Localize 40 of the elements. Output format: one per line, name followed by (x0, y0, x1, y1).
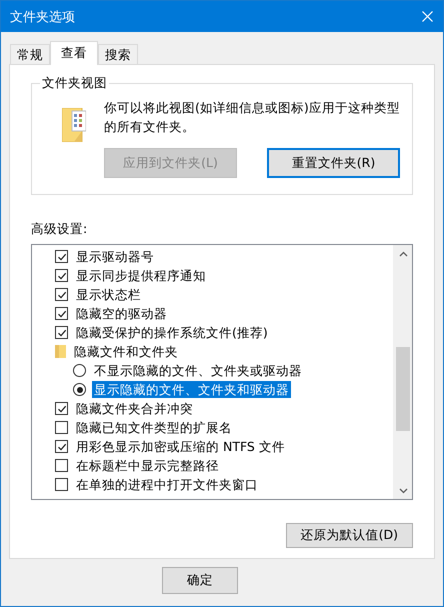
description-text: 你可以将此视图(如详细信息或图标)应用于这种类型的所有文件夹。 (104, 99, 401, 136)
restore-defaults-button[interactable]: 还原为默认值(D) (286, 523, 413, 548)
checkbox[interactable] (55, 250, 68, 263)
option-label: 隐藏空的驱动器 (75, 305, 168, 322)
option-label: 不显示隐藏的文件、文件夹或驱动器 (93, 362, 303, 379)
option-label: 在标题栏中显示完整路径 (75, 457, 220, 474)
checkbox[interactable] (55, 288, 68, 301)
scrollbar[interactable] (393, 245, 412, 499)
folder-icon (55, 345, 66, 358)
close-icon[interactable] (422, 11, 433, 22)
option-label: 显示驱动器号 (75, 248, 155, 265)
folder-icon (62, 108, 86, 142)
group-title: 文件夹视图 (40, 75, 109, 92)
option-label: 隐藏已知文件类型的扩展名 (75, 419, 233, 436)
option-label: 显示同步提供程序通知 (75, 267, 207, 284)
checkbox[interactable] (55, 478, 68, 491)
option-label: 隐藏文件夹合并冲突 (75, 400, 194, 417)
radio-button[interactable] (73, 364, 86, 377)
checkbox[interactable] (55, 421, 68, 434)
checkbox[interactable] (55, 440, 68, 453)
option-label: 显示状态栏 (75, 286, 142, 303)
tab[interactable]: 查看 (50, 41, 98, 65)
checkbox[interactable] (55, 307, 68, 320)
folder-view-button[interactable]: 重置文件夹(R) (267, 148, 400, 178)
checkbox[interactable] (55, 326, 68, 339)
option-label: 隐藏受保护的操作系统文件(推荐) (75, 324, 269, 341)
tab[interactable]: 搜索 (98, 44, 138, 64)
window-title: 文件夹选项 (10, 8, 75, 26)
checkbox[interactable] (55, 402, 68, 415)
option-label: 隐藏文件和文件夹 (73, 343, 179, 360)
radio-button[interactable] (73, 383, 86, 396)
checkbox[interactable] (55, 459, 68, 472)
option-label: 显示隐藏的文件、文件夹和驱动器 (92, 381, 291, 398)
section-label: 高级设置: (31, 221, 88, 238)
scroll-thumb[interactable] (396, 347, 410, 431)
ok-button[interactable]: 确定 (162, 567, 238, 594)
option-label: 在单独的进程中打开文件夹窗口 (75, 476, 259, 493)
option-label: 用彩色显示加密或压缩的 NTFS 文件 (75, 438, 286, 455)
checkbox[interactable] (55, 269, 68, 282)
tab[interactable]: 常规 (10, 44, 50, 64)
